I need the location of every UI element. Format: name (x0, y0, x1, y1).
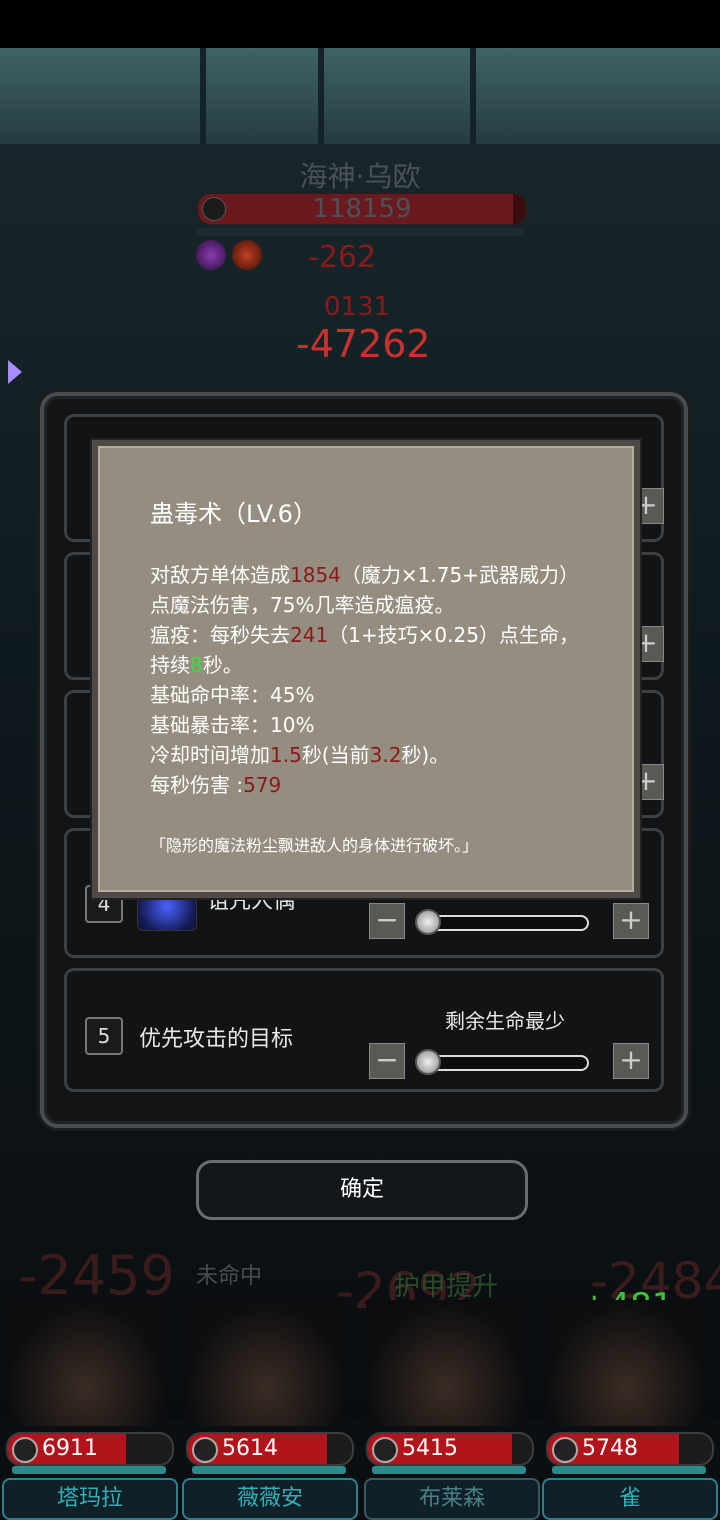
floating-damage: -2459 (18, 1244, 175, 1307)
target-priority-value: 剩余生命最少 (445, 1009, 565, 1033)
ship-mast (470, 48, 476, 144)
hero-energy-bar (372, 1466, 526, 1474)
boss-energy-bar (196, 228, 524, 236)
boss-hp-bar: 118159 (196, 192, 528, 226)
slider-knob[interactable] (415, 909, 441, 935)
decrease-button[interactable]: − (369, 1043, 405, 1079)
ship-mast (318, 48, 324, 144)
sword-icon (372, 1437, 398, 1463)
floating-damage: 0131 (324, 292, 391, 322)
sword-icon (12, 1437, 38, 1463)
ship-mast (200, 48, 206, 144)
hit-rate-text: 基础命中率：45% (150, 683, 315, 707)
confirm-button[interactable]: 确定 (196, 1160, 528, 1220)
increase-button[interactable]: + (613, 1043, 649, 1079)
burn-icon (232, 240, 262, 270)
skill-tooltip: 蛊毒术（LV.6） 对敌方单体造成1854（魔力×1.75+武器威力）点魔法伤害… (92, 440, 640, 898)
slider-track[interactable] (417, 915, 589, 931)
desc-value: 1.5 (270, 743, 302, 767)
desc-value: 241 (290, 623, 329, 647)
buff-text: 护甲提升 (394, 1272, 499, 1302)
desc-text: 对敌方单体造成 (150, 563, 290, 587)
hero-name-tab[interactable]: 布莱森 (364, 1478, 540, 1520)
hero-hp-value: 5748 (582, 1436, 638, 1461)
hero-name-tab[interactable]: 薇薇安 (182, 1478, 358, 1520)
desc-value: 3.2 (369, 743, 402, 767)
desc-text: 秒。 (202, 653, 243, 677)
sword-icon (552, 1437, 578, 1463)
desc-text: 秒)。 (401, 743, 450, 767)
target-priority-label: 优先攻击的目标 (139, 1027, 294, 1052)
status-bar (0, 0, 720, 48)
increase-button[interactable]: + (613, 903, 649, 939)
hero-name-tab[interactable]: 雀 (542, 1478, 718, 1520)
desc-text: 冷却时间增加 (150, 743, 270, 767)
hero-hp-bar: 5748 (546, 1432, 714, 1466)
hero-name-tab[interactable]: 塔玛拉 (2, 1478, 178, 1520)
desc-value: 8 (190, 653, 203, 677)
skill-flavor-text: 「隐形的魔法粉尘飘进敌人的身体进行破坏。」 (150, 836, 479, 855)
sky-background (0, 48, 720, 144)
turn-marker-icon (8, 360, 22, 384)
hero-hp-bar: 5415 (366, 1432, 534, 1466)
slider-track[interactable] (417, 1055, 589, 1071)
hero-hp-value: 6911 (42, 1436, 98, 1461)
hero-hp-bar: 6911 (6, 1432, 174, 1466)
floating-damage: -262 (308, 240, 377, 275)
sword-icon (192, 1437, 218, 1463)
hero-hp-value: 5614 (222, 1436, 278, 1461)
boss-name: 海神·乌欧 (299, 160, 421, 193)
hero-energy-bar (552, 1466, 706, 1474)
hero-portrait[interactable] (186, 1300, 346, 1426)
hero-portrait[interactable] (366, 1300, 526, 1426)
debuff-icon (196, 240, 226, 270)
miss-text: 未命中 (196, 1264, 263, 1289)
crit-rate-text: 基础暴击率：10% (150, 713, 315, 737)
skill-description: 对敌方单体造成1854（魔力×1.75+武器威力）点魔法伤害，75%几率造成瘟疫… (150, 560, 590, 800)
desc-text: 秒(当前 (301, 743, 370, 767)
desc-text: 每秒伤害 : (150, 773, 244, 797)
slider-knob[interactable] (415, 1049, 441, 1075)
decrease-button[interactable]: − (369, 903, 405, 939)
skill-title: 蛊毒术（LV.6） (150, 500, 317, 528)
hero-portrait[interactable] (546, 1300, 706, 1426)
boss-hp-value: 118159 (312, 194, 412, 224)
hero-energy-bar (12, 1466, 166, 1474)
desc-text: 瘟疫：每秒失去 (150, 623, 290, 647)
hero-portrait[interactable] (6, 1300, 166, 1426)
hero-energy-bar (192, 1466, 346, 1474)
target-priority-row: 5 优先攻击的目标 剩余生命最少 − + (64, 968, 664, 1092)
hero-hp-value: 5415 (402, 1436, 458, 1461)
floating-damage-large: -47262 (296, 322, 431, 366)
slot-number: 5 (85, 1017, 123, 1055)
desc-value: 1854 (290, 563, 341, 587)
desc-value: 579 (243, 773, 282, 797)
hero-hp-bar: 5614 (186, 1432, 354, 1466)
